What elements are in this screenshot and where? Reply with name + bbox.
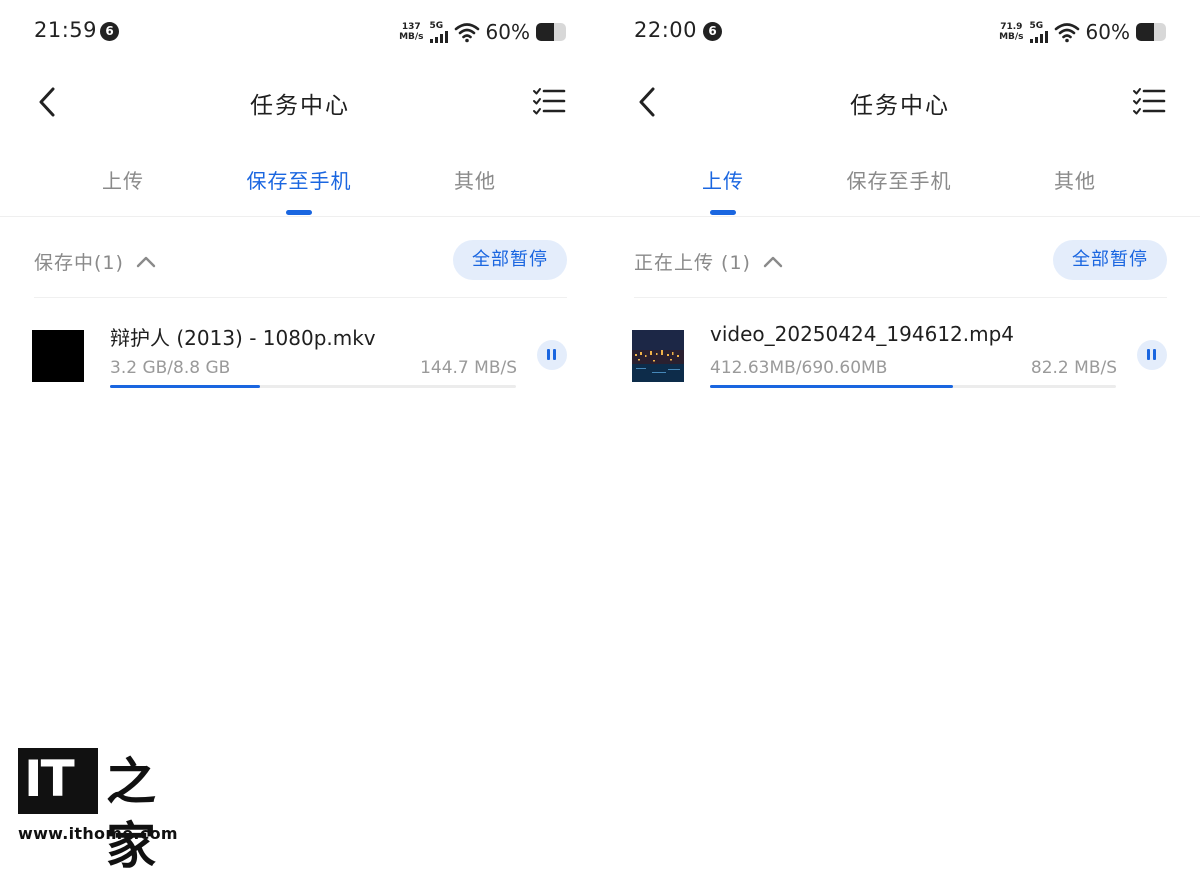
wifi-icon [454,23,479,43]
wifi-icon [1054,23,1079,43]
active-tab-indicator [286,210,312,215]
transfer-speed: 82.2 MB/S [1030,358,1117,378]
tab-bar: 上传 保存至手机 其他 [600,160,1200,218]
file-name: video_20250424_194612.mp4 [710,322,1015,346]
tab-save-to-phone[interactable]: 保存至手机 [847,165,952,194]
notification-badge: 6 [703,22,722,41]
battery-icon [536,23,566,41]
ithome-logo: IT [18,748,98,814]
pause-icon[interactable] [537,340,567,370]
net-speed: 137 MB/s [399,22,423,42]
battery-icon [1136,23,1166,41]
logo-chinese-text: 之家 [106,753,156,875]
network-type: 5G [1029,20,1044,31]
file-thumbnail [32,330,84,382]
transfer-size: 3.2 GB/8.8 GB [110,358,231,378]
transfer-speed: 144.7 MB/S [420,358,517,378]
net-speed-unit: MB/s [999,32,1024,42]
divider [634,297,1167,298]
task-list-icon[interactable] [1132,86,1166,118]
status-bar: 21:59 6 137 MB/s 5G 60% [34,14,566,50]
tab-other[interactable]: 其他 [1054,165,1096,194]
cellular-signal-icon: 5G [429,20,448,43]
section-toggle[interactable]: 正在上传 (1) [634,248,783,275]
battery-percent: 60% [1085,20,1130,44]
ithome-watermark: IT 之家 www.ithome.com [18,748,198,875]
net-speed: 71.9 MB/s [999,22,1023,42]
task-item[interactable]: 辩护人 (2013) - 1080p.mkv 3.2 GB/8.8 GB 144… [32,312,567,402]
phone-screen-right: 22:00 6 71.9 MB/s 5G 60% 任务中心 上传 保存至手机 其… [600,0,1200,857]
task-item[interactable]: video_20250424_194612.mp4 412.63MB/690.6… [632,312,1167,402]
video-thumbnail [632,330,684,382]
task-list-icon[interactable] [532,86,566,118]
progress-bar [110,385,516,388]
status-time: 21:59 [34,18,98,42]
active-tab-indicator [710,210,736,215]
phone-screen-left: 21:59 6 137 MB/s 5G 60% 任务中心 上传 保存至手机 其他… [0,0,600,857]
divider [600,216,1200,217]
pause-all-button[interactable]: 全部暂停 [453,240,567,280]
net-speed-value: 137 [401,22,421,32]
battery-percent: 60% [485,20,530,44]
chevron-up-icon [136,256,156,267]
network-type: 5G [429,20,444,31]
net-speed-value: 71.9 [1000,22,1023,32]
section-title: 正在上传 (1) [634,252,751,274]
logo-text: IT [24,750,75,808]
notification-badge: 6 [100,22,119,41]
section-toggle[interactable]: 保存中(1) [34,248,156,275]
page-title: 任务中心 [850,93,950,119]
divider [0,216,600,217]
tab-upload[interactable]: 上传 [702,165,744,194]
tab-save-to-phone[interactable]: 保存至手机 [247,165,352,194]
status-icons: 137 MB/s 5G 60% [399,18,566,46]
status-bar: 22:00 6 71.9 MB/s 5G 60% [634,14,1166,50]
tab-upload[interactable]: 上传 [102,165,144,194]
watermark-url: www.ithome.com [18,824,178,843]
night-city-image [632,330,684,382]
progress-fill [710,385,953,388]
section-header: 正在上传 (1) 全部暂停 [634,238,1167,282]
cellular-signal-icon: 5G [1029,20,1048,43]
net-speed-unit: MB/s [399,32,424,42]
nav-bar: 任务中心 [0,72,600,132]
section-title: 保存中(1) [34,252,124,274]
tab-other[interactable]: 其他 [454,165,496,194]
status-time: 22:00 [634,18,698,42]
tab-bar: 上传 保存至手机 其他 [0,160,600,218]
divider [34,297,567,298]
pause-all-button[interactable]: 全部暂停 [1053,240,1167,280]
transfer-size: 412.63MB/690.60MB [710,358,888,378]
section-header: 保存中(1) 全部暂停 [34,238,567,282]
nav-bar: 任务中心 [600,72,1200,132]
pause-icon[interactable] [1137,340,1167,370]
page-title: 任务中心 [250,93,350,119]
chevron-up-icon [763,256,783,267]
progress-bar [710,385,1116,388]
progress-fill [110,385,261,388]
status-icons: 71.9 MB/s 5G 60% [999,18,1166,46]
file-name: 辩护人 (2013) - 1080p.mkv [110,326,376,350]
